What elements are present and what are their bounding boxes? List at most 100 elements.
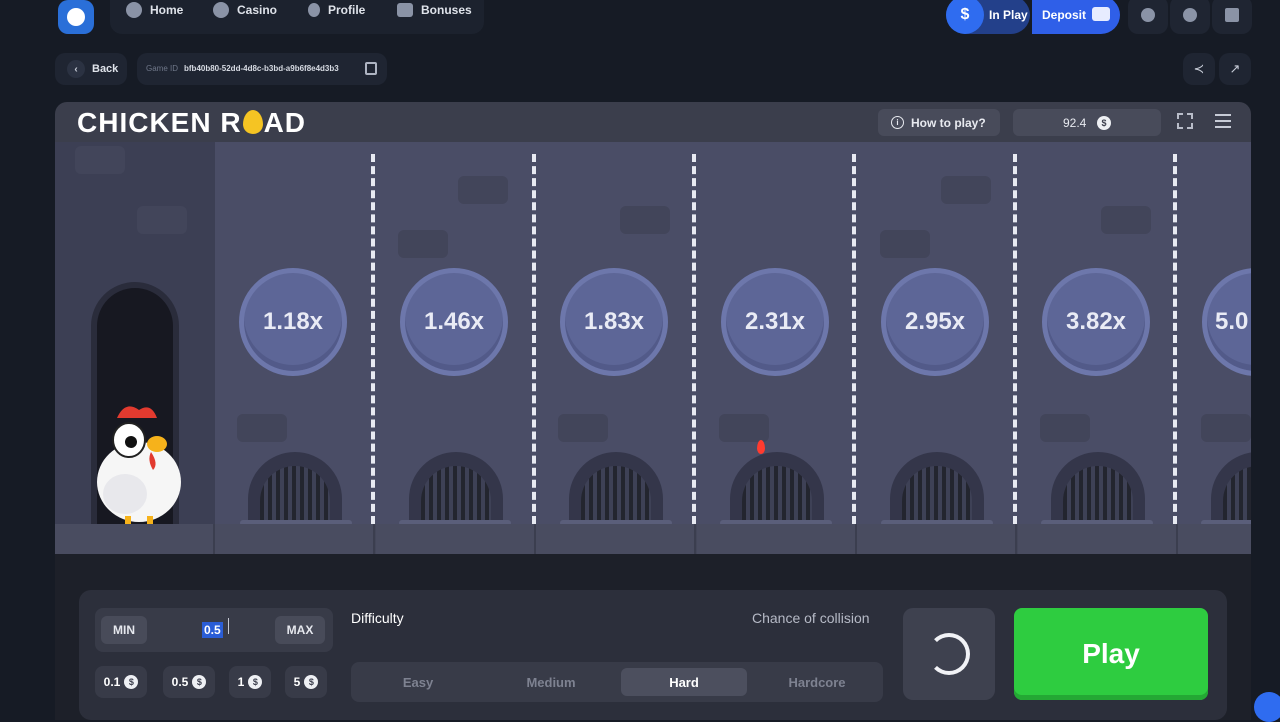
lane-divider <box>1173 154 1177 524</box>
multiplier-7[interactable]: 5.0 <box>1202 268 1251 376</box>
difficulty-medium[interactable]: Medium <box>488 668 614 696</box>
share-icon: ≺ <box>1193 61 1205 76</box>
bet-amount-field[interactable]: MIN 0.5 MAX <box>95 608 333 652</box>
brick <box>1101 206 1151 234</box>
brick <box>941 176 991 204</box>
flame-icon <box>757 440 765 454</box>
in-play-button[interactable]: $ In Play <box>946 0 1030 34</box>
auto-play-button[interactable] <box>903 608 995 700</box>
lane-divider <box>692 154 696 524</box>
panel-icon <box>1225 8 1239 22</box>
deposit-button[interactable]: Deposit <box>1032 0 1120 34</box>
manhole <box>1211 452 1251 524</box>
difficulty-selector: Easy Medium Hard Hardcore <box>351 662 883 702</box>
nav-bonuses[interactable]: Bonuses <box>397 0 472 20</box>
multiplier-4[interactable]: 2.31x <box>721 268 829 376</box>
game-title-right: AD <box>263 107 307 138</box>
chevron-left-icon: ‹ <box>67 60 85 78</box>
brick <box>75 146 125 174</box>
quick-bet-5[interactable]: 5 $ <box>285 666 327 698</box>
top-navbar: Home Casino Profile Bonuses $ In Play De… <box>0 0 1280 36</box>
how-to-play-label: How to play? <box>911 116 986 130</box>
nav-profile[interactable]: Profile <box>308 0 365 20</box>
brick <box>237 414 287 442</box>
refresh-icon <box>928 633 970 675</box>
quick-bet-0-1[interactable]: 0.1 $ <box>95 666 147 698</box>
brick <box>880 230 930 258</box>
back-label: Back <box>92 63 119 75</box>
brick <box>719 414 769 442</box>
lane-divider <box>1013 154 1017 524</box>
quick-bet-1[interactable]: 1 $ <box>229 666 271 698</box>
info-icon: i <box>891 116 904 129</box>
multiplier-2[interactable]: 1.46x <box>400 268 508 376</box>
casino-chip-icon <box>213 2 229 18</box>
back-button[interactable]: ‹ Back <box>55 53 127 85</box>
in-play-label: In Play <box>989 8 1028 22</box>
difficulty-easy[interactable]: Easy <box>355 668 481 696</box>
user-icon <box>308 3 320 17</box>
chat-icon[interactable] <box>1254 692 1280 722</box>
brick <box>137 206 187 234</box>
manhole <box>730 452 824 524</box>
multiplier-1[interactable]: 1.18x <box>239 268 347 376</box>
game-fullscreen-icon[interactable] <box>1177 113 1193 129</box>
game-id-value: bfb40b80-52dd-4d8c-b3bd-a9b6f8e4d3b3 <box>184 64 339 73</box>
multiplier-6[interactable]: 3.82x <box>1042 268 1150 376</box>
chicken-character <box>97 406 181 524</box>
brick <box>558 414 608 442</box>
how-to-play-button[interactable]: i How to play? <box>878 109 1000 136</box>
game-title-left: CHICKEN R <box>77 107 242 138</box>
share-button[interactable]: ≺ <box>1183 53 1215 85</box>
dollar-coin-icon: $ <box>124 675 139 689</box>
min-bet-button[interactable]: MIN <box>101 616 147 644</box>
brick <box>398 230 448 258</box>
dollar-coin-icon: $ <box>1097 116 1111 130</box>
user-icon <box>1141 8 1155 22</box>
manhole <box>409 452 503 524</box>
nav-profile-label: Profile <box>328 3 366 17</box>
text-cursor <box>228 618 229 634</box>
difficulty-hardcore[interactable]: Hardcore <box>754 668 880 696</box>
game-title: CHICKEN R AD <box>77 107 306 139</box>
difficulty-hard[interactable]: Hard <box>621 668 747 696</box>
dollar-icon: $ <box>946 0 984 34</box>
site-logo[interactable] <box>58 0 94 34</box>
play-button[interactable]: Play <box>1014 608 1208 700</box>
nav-bonuses-label: Bonuses <box>421 3 472 17</box>
manhole <box>248 452 342 524</box>
profile-button[interactable] <box>1128 0 1168 34</box>
notifications-button[interactable] <box>1170 0 1210 34</box>
nav-home[interactable]: Home <box>126 0 183 20</box>
balance-value: 92.4 <box>1063 116 1087 130</box>
game-id-box: Game ID bfb40b80-52dd-4d8c-b3bd-a9b6f8e4… <box>137 53 387 85</box>
multiplier-3[interactable]: 1.83x <box>560 268 668 376</box>
bell-icon <box>1183 8 1197 22</box>
quick-bet-0-5[interactable]: 0.5 $ <box>163 666 215 698</box>
menu-icon[interactable] <box>1215 114 1231 128</box>
game-scene: 1.18x 1.46x 1.83x 2.31x 2.95x 3.82x 5.0 <box>55 142 1251 526</box>
wallet-icon <box>1092 7 1110 21</box>
brick <box>620 206 670 234</box>
game-frame: CHICKEN R AD i How to play? 92.4 $ 1.18x… <box>55 102 1251 720</box>
nav-casino[interactable]: Casino <box>213 0 277 20</box>
brick <box>1201 414 1251 442</box>
lane-divider <box>852 154 856 524</box>
dollar-coin-icon: $ <box>192 675 207 689</box>
game-header: CHICKEN R AD i How to play? 92.4 $ <box>55 102 1251 142</box>
sidebar-toggle-button[interactable] <box>1212 0 1252 34</box>
nav-casino-label: Casino <box>237 3 278 17</box>
road <box>55 524 1251 554</box>
game-id-key: Game ID <box>146 64 179 73</box>
lane-divider <box>371 154 375 524</box>
expand-icon: ↗ <box>1229 61 1241 76</box>
copy-icon[interactable] <box>365 62 377 75</box>
fullscreen-button[interactable]: ↗ <box>1219 53 1251 85</box>
manhole <box>890 452 984 524</box>
max-bet-button[interactable]: MAX <box>275 616 325 644</box>
dollar-coin-icon: $ <box>304 675 319 689</box>
chance-of-collision-label: Chance of collision <box>752 610 870 626</box>
multiplier-5[interactable]: 2.95x <box>881 268 989 376</box>
balance-display: 92.4 $ <box>1013 109 1161 136</box>
bet-amount-input[interactable]: 0.5 <box>202 622 223 638</box>
